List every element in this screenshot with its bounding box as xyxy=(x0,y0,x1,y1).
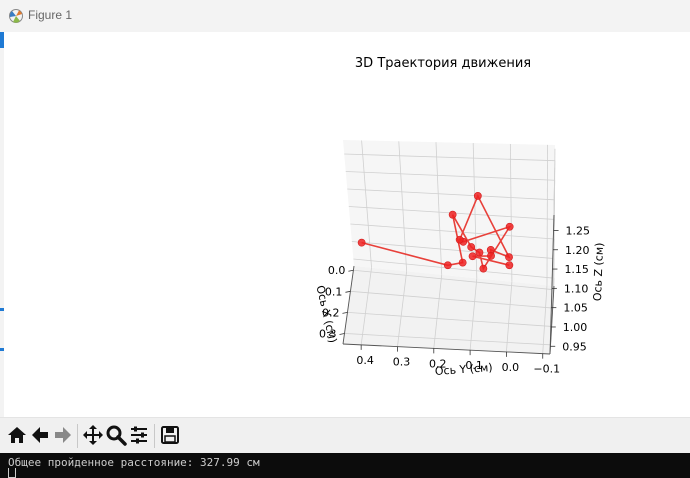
pan-icon[interactable] xyxy=(82,424,104,446)
trajectory-point xyxy=(448,210,457,219)
z-tick-label: 1.00 xyxy=(563,321,588,334)
trajectory-point xyxy=(455,235,464,244)
y-tick-label: −0.1 xyxy=(533,363,560,376)
axes-panes xyxy=(343,140,555,354)
z-tick-label: 1.15 xyxy=(564,263,589,276)
x-tick-label: 0.0 xyxy=(328,264,346,277)
z-tick-label: 1.05 xyxy=(563,302,588,315)
y-axis-label: Ось Y (см) xyxy=(434,361,493,378)
matplotlib-app-icon xyxy=(9,9,23,23)
trajectory-point xyxy=(505,253,513,262)
trajectory-point xyxy=(505,222,514,231)
trajectory-point xyxy=(475,248,484,257)
trajectory-point xyxy=(473,192,482,200)
save-icon[interactable] xyxy=(159,424,181,446)
x-tick-mark xyxy=(339,333,345,335)
chart-svg[interactable]: 3D Траектория движения 0.00.10.20.30.4 0.… xyxy=(4,32,690,417)
trajectory-point xyxy=(487,252,495,260)
z-axis-label: Ось Z (см) xyxy=(591,242,606,301)
window-title: Figure 1 xyxy=(28,8,73,22)
trajectory-point xyxy=(467,243,476,251)
y-tick-label: 0.0 xyxy=(502,361,520,374)
trajectory-point xyxy=(443,261,452,270)
toolbar-separator xyxy=(154,424,155,448)
z-tick-label: 1.20 xyxy=(565,244,590,257)
chart-title: 3D Траектория движения xyxy=(355,56,531,71)
toolbar-separator xyxy=(77,424,78,448)
z-tick-label: 0.95 xyxy=(562,340,587,353)
x-tick-mark xyxy=(345,290,351,293)
trajectory-point xyxy=(458,258,467,267)
navigation-toolbar xyxy=(0,417,690,454)
console-line: Общее пройденное расстояние: 327.99 см xyxy=(8,456,260,469)
back-icon[interactable] xyxy=(29,424,51,446)
z-tick-label: 1.10 xyxy=(564,282,589,295)
forward-icon[interactable] xyxy=(52,424,74,446)
y-tick-label: 0.3 xyxy=(393,356,411,369)
home-icon[interactable] xyxy=(6,424,28,446)
console-output: Общее пройденное расстояние: 327.99 см xyxy=(0,453,690,478)
x-tick-mark xyxy=(342,311,348,314)
trajectory-point xyxy=(357,238,366,247)
console-cursor xyxy=(8,468,16,478)
trajectory-point xyxy=(505,261,514,270)
figure-canvas[interactable]: 3D Траектория движения 0.0 0.1 0.2 0.3 0.4 0.… xyxy=(4,32,690,417)
z-tick-label: 1.25 xyxy=(566,224,591,237)
window-titlebar: Figure 1 xyxy=(0,0,690,33)
zoom-icon[interactable] xyxy=(105,424,127,446)
trajectory-point xyxy=(468,252,477,261)
configure-subplots-icon[interactable] xyxy=(128,424,150,446)
x-tick-mark xyxy=(348,269,354,272)
trajectory-point xyxy=(479,264,488,273)
y-tick-label: 0.4 xyxy=(356,354,374,367)
